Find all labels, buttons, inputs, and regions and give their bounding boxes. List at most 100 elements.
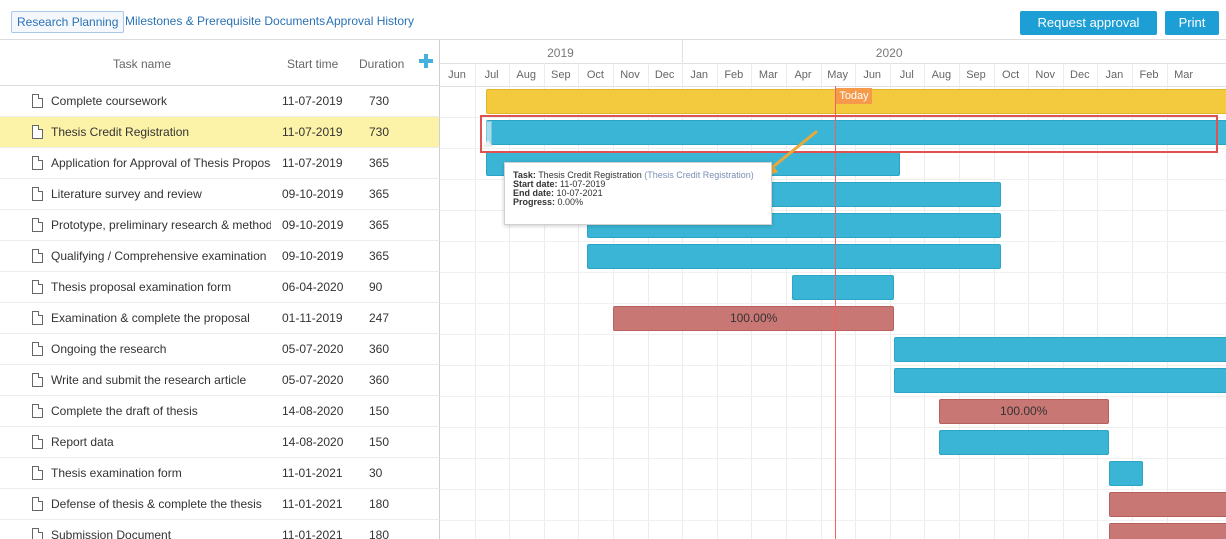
task-start-cell: 11-07-2019	[282, 125, 343, 139]
document-icon	[32, 497, 43, 511]
task-bar[interactable]: 10	[1108, 523, 1226, 539]
task-name-cell: Qualifying / Comprehensive examination	[51, 249, 267, 263]
task-name-cell: Ongoing the research	[51, 342, 167, 356]
tab-approval-history[interactable]: Approval History	[321, 11, 419, 33]
month-label: Nov	[1035, 69, 1055, 81]
grid-row-line	[440, 334, 1226, 335]
grid-row-line	[440, 458, 1226, 459]
task-row[interactable]: Defense of thesis & complete the thesis 1…	[0, 489, 440, 520]
task-row[interactable]: Application for Approval of Thesis Propo…	[0, 148, 440, 179]
task-bar[interactable]	[791, 275, 895, 300]
document-icon	[32, 342, 43, 356]
month-label: Jan	[1105, 69, 1124, 81]
year-label: 2020	[875, 46, 903, 60]
document-icon	[32, 404, 43, 418]
print-button[interactable]: Print	[1165, 11, 1219, 35]
month-label: Mar	[758, 69, 778, 81]
document-icon	[32, 125, 43, 139]
month-label: Apr	[794, 69, 812, 81]
task-row[interactable]: Write and submit the research article 05-…	[0, 365, 440, 396]
add-task-plus-icon[interactable]	[419, 54, 433, 68]
grid-row-line	[440, 365, 1226, 366]
month-label: Aug	[931, 69, 952, 81]
task-start-cell: 09-10-2019	[282, 249, 344, 263]
month-label: Feb	[1139, 69, 1159, 81]
tab-milestones-documents[interactable]: Milestones & Prerequisite Documents	[120, 11, 330, 33]
task-row[interactable]: Thesis Credit Registration 11-07-2019 730	[0, 117, 440, 148]
grid-row-line	[440, 427, 1226, 428]
task-row[interactable]: Complete coursework 11-07-2019 730	[0, 86, 440, 117]
tooltip-task-link[interactable]: Thesis Credit Registration	[647, 170, 751, 180]
task-bar[interactable]	[1108, 461, 1144, 486]
task-row[interactable]: Qualifying / Comprehensive examination 09…	[0, 241, 440, 272]
task-name-cell: Prototype, preliminary research & method…	[51, 218, 271, 232]
task-duration-cell: 365	[369, 218, 390, 232]
task-row[interactable]: Thesis examination form 11-01-2021 30	[0, 458, 440, 489]
month-label: Dec	[1070, 69, 1090, 81]
document-icon	[32, 435, 43, 449]
task-start-cell: 11-07-2019	[282, 156, 343, 170]
scale-divider	[440, 63, 1226, 64]
task-row[interactable]: Report data 14-08-2020 150	[0, 427, 440, 458]
task-row[interactable]: Submission Document 11-01-2021 180	[0, 520, 440, 539]
year-label: 2019	[547, 46, 574, 60]
task-duration-cell: 365	[369, 187, 390, 201]
task-bar[interactable]	[587, 244, 1002, 269]
scale-bottom-border	[440, 86, 1226, 87]
month-label: Sep	[551, 69, 571, 81]
month-label: Aug	[516, 69, 536, 81]
task-name-cell: Application for Approval of Thesis Propo…	[51, 156, 271, 170]
column-header-task-name[interactable]: Task name	[113, 57, 171, 71]
task-bar[interactable]: 100.00%	[938, 399, 1109, 424]
task-name-cell: Report data	[51, 435, 114, 449]
task-bar[interactable]	[894, 337, 1226, 362]
month-label: Feb	[724, 69, 744, 81]
request-approval-button[interactable]: Request approval	[1020, 11, 1157, 35]
document-icon	[32, 218, 43, 232]
month-label: Sep	[966, 69, 986, 81]
task-name-cell: Complete the draft of thesis	[51, 404, 198, 418]
task-name-cell: Thesis proposal examination form	[51, 280, 232, 294]
document-icon	[32, 466, 43, 480]
task-duration-cell: 247	[369, 311, 390, 325]
document-icon	[32, 156, 43, 170]
task-row[interactable]: Thesis proposal examination form 06-04-20…	[0, 272, 440, 303]
task-row[interactable]: Prototype, preliminary research & method…	[0, 210, 440, 241]
month-label: Dec	[654, 69, 675, 81]
task-start-cell: 11-01-2021	[282, 528, 343, 539]
task-duration-cell: 360	[369, 373, 390, 387]
document-icon	[32, 94, 43, 108]
task-row[interactable]: Complete the draft of thesis 14-08-2020 15…	[0, 396, 440, 427]
task-name-cell: Literature survey and review	[51, 187, 202, 201]
task-bar[interactable]: 100.00%	[613, 306, 895, 331]
task-start-cell: 09-10-2019	[282, 187, 344, 201]
task-tooltip: Task: Thesis Credit Registration (Thesis…	[504, 162, 772, 225]
task-grid-header: Task name Start time Duration	[0, 40, 440, 86]
tooltip-progress-value: 0.00%	[557, 197, 584, 207]
task-row[interactable]: Ongoing the research 05-07-2020 360	[0, 334, 440, 365]
task-bar[interactable]	[894, 368, 1226, 393]
task-start-cell: 05-07-2020	[282, 342, 344, 356]
task-row[interactable]: Examination & complete the proposal 01-11…	[0, 303, 440, 334]
document-icon	[32, 280, 43, 294]
document-icon	[32, 249, 43, 263]
task-name-cell: Defense of thesis & complete the thesis	[51, 497, 262, 511]
today-marker-label: Today	[836, 88, 872, 104]
column-header-start-time[interactable]: Start time	[287, 57, 338, 71]
task-bar[interactable]	[938, 430, 1109, 455]
progress-drag-triangle-icon[interactable]	[483, 140, 493, 147]
task-duration-cell: 365	[369, 249, 390, 263]
tooltip-progress-key: Progress:	[513, 197, 556, 207]
month-label: Oct	[1002, 69, 1020, 81]
month-label: Nov	[620, 69, 640, 81]
selected-bar-highlight	[480, 115, 1218, 153]
tab-research-planning[interactable]: Research Planning	[11, 11, 125, 33]
month-label: Jun	[448, 69, 466, 81]
task-bar[interactable]: 10	[1108, 492, 1226, 517]
column-header-duration[interactable]: Duration	[359, 57, 404, 71]
task-duration-cell: 180	[369, 497, 390, 511]
task-start-cell: 14-08-2020	[282, 435, 344, 449]
task-name-cell: Thesis examination form	[51, 466, 182, 480]
grid-row-line	[440, 241, 1226, 242]
task-row[interactable]: Literature survey and review 09-10-2019 36…	[0, 179, 440, 210]
